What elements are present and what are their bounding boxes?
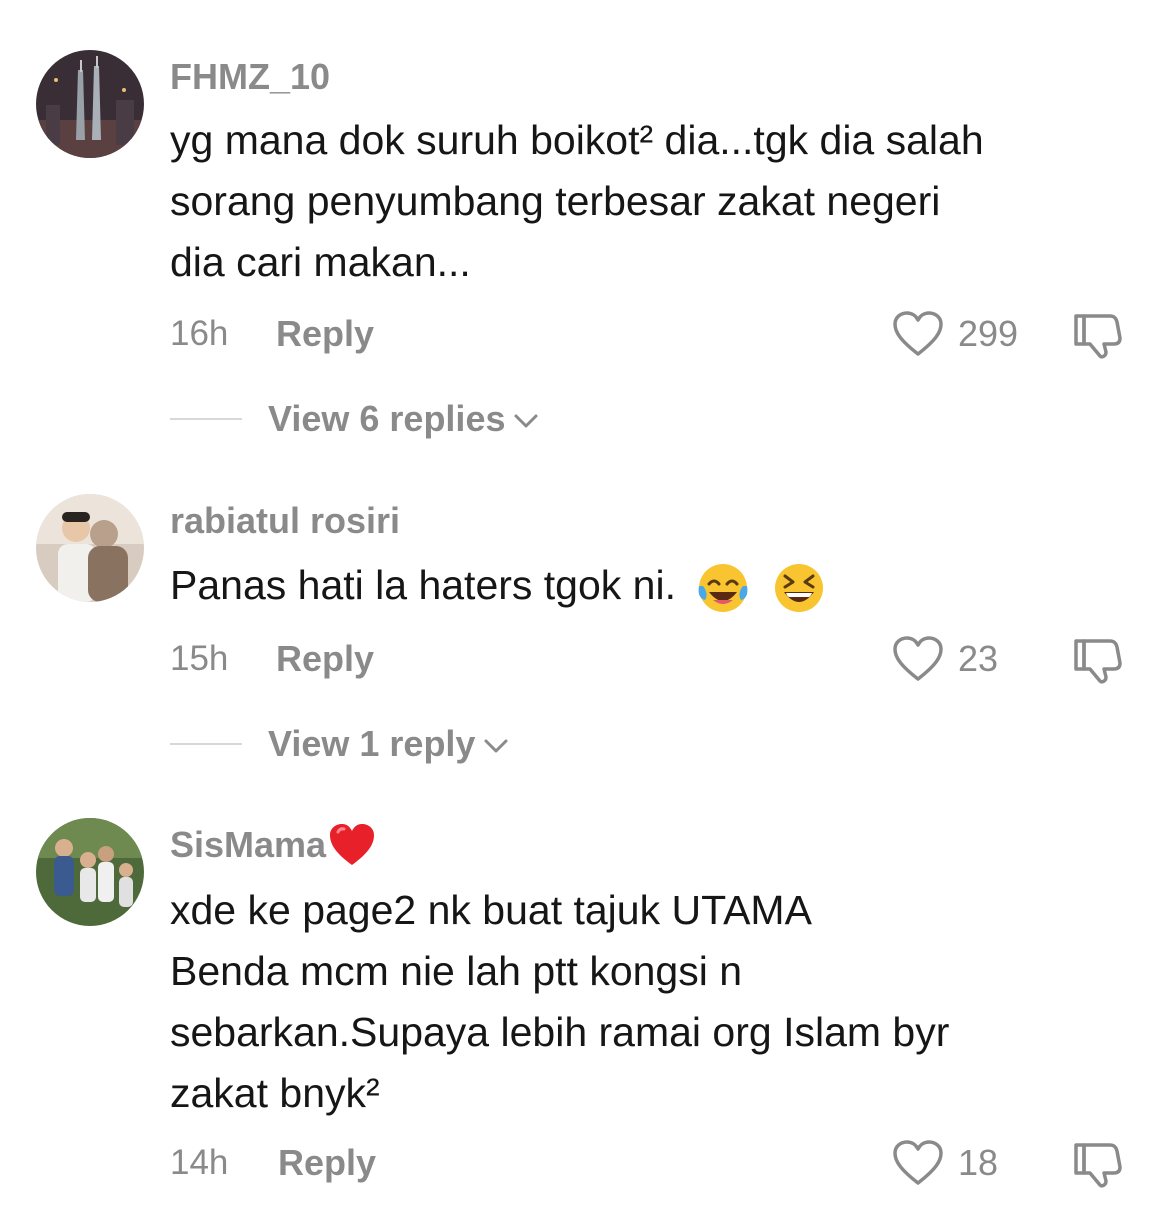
family-photo-avatar-icon [36,818,144,926]
reply-button[interactable]: Reply [278,1142,376,1184]
comment-line: Benda mcm nie lah ptt kongsi n [170,948,743,994]
dislike-button[interactable] [1072,1141,1124,1194]
like-button[interactable]: 18 [892,1139,998,1187]
comment-3: SisMama xde ke page2 nk buat tajuk UTAMA… [0,0,1170,1225]
timestamp: 14h [170,1143,229,1182]
username-text: SisMama [170,824,327,865]
red-heart-icon [330,824,375,865]
thumbs-down-icon [1074,1143,1122,1188]
like-count: 18 [958,1142,999,1183]
avatar[interactable] [36,818,144,926]
username[interactable]: SisMama [170,822,376,868]
comment-line: sebarkan.Supaya lebih ramai org Islam by… [170,1009,950,1055]
comment-line: xde ke page2 nk buat tajuk UTAMA [170,887,812,933]
comment-line: zakat bnyk² [170,1070,380,1116]
heart-outline-icon [893,1140,943,1185]
comment-text: xde ke page2 nk buat tajuk UTAMA Benda m… [170,880,1130,1124]
